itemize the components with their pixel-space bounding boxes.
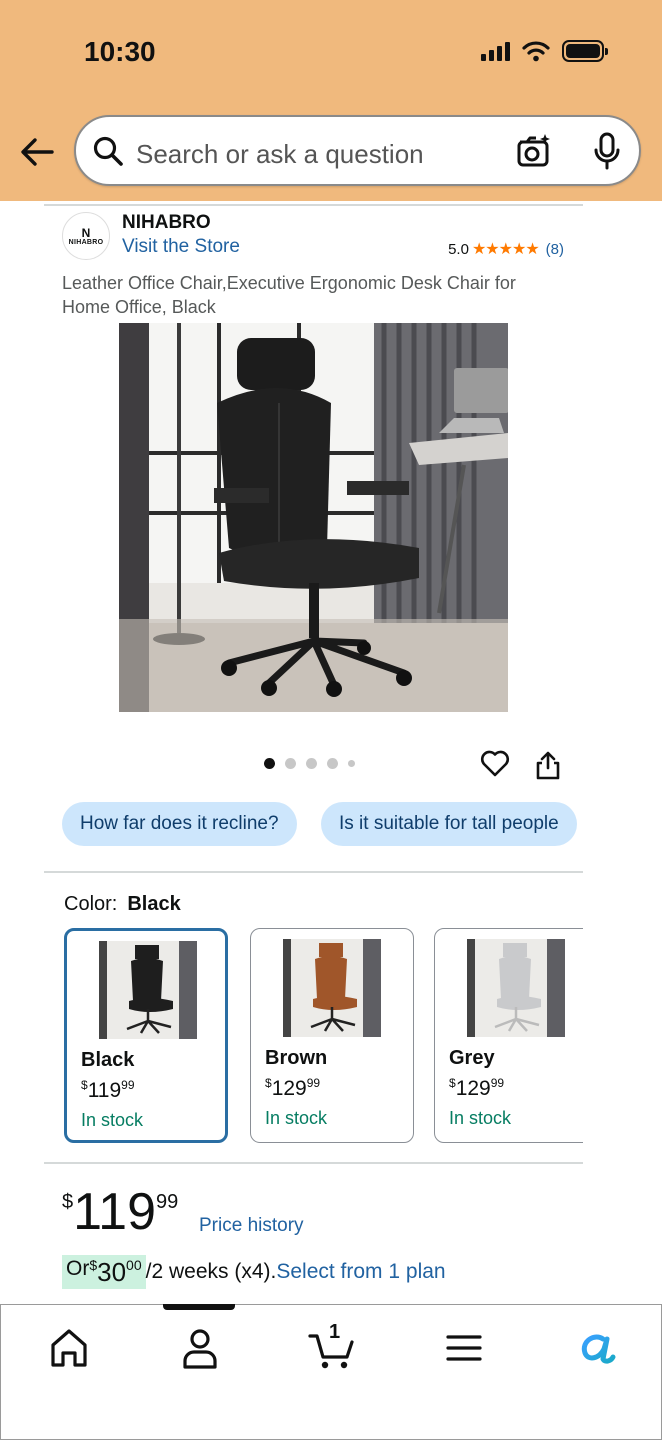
swatch-image [467, 939, 565, 1037]
installment-highlight: Or $ 30 00 [62, 1255, 146, 1289]
top-divider [44, 204, 583, 206]
swatch-image [283, 939, 381, 1037]
visit-store-link[interactable]: Visit the Store [122, 236, 240, 258]
back-arrow-icon[interactable] [18, 134, 58, 170]
swatch-price: $12999 [449, 1076, 504, 1101]
price-whole: 129 [455, 1077, 491, 1100]
price-fraction: 99 [121, 1078, 135, 1092]
rating-summary[interactable]: 5.0 ★★★★★ (8) [448, 239, 564, 259]
color-label: Color: Black [64, 893, 181, 916]
camera-search-icon[interactable] [516, 133, 552, 169]
stock-status: In stock [449, 1108, 512, 1128]
price-fraction: 99 [306, 1076, 321, 1090]
swatch-name: Brown [265, 1047, 328, 1069]
home-icon[interactable] [44, 1325, 94, 1371]
section-divider [44, 871, 583, 873]
carousel-dot[interactable] [285, 758, 296, 769]
product-price: $ 119 99 [62, 1183, 178, 1241]
home-indicator [163, 1304, 235, 1310]
swatch-price: $12999 [265, 1076, 320, 1101]
bottom-nav: 1 [0, 1304, 662, 1440]
installment-fraction: 00 [126, 1257, 142, 1273]
status-time: 10:30 [84, 36, 156, 67]
price-whole: 119 [73, 1183, 157, 1241]
swatch-brown[interactable]: Brown $12999 In stock [250, 928, 414, 1143]
search-icon [93, 136, 123, 166]
share-icon[interactable] [535, 750, 561, 780]
account-icon[interactable] [175, 1325, 225, 1371]
price-currency: $ [265, 1076, 272, 1090]
search-input[interactable]: Search or ask a question [136, 139, 424, 170]
swatch-name: Black [81, 1049, 135, 1071]
swatch-image [99, 941, 197, 1039]
installment-prefix: Or [66, 1257, 90, 1280]
product-image[interactable] [119, 323, 508, 712]
brand-logo-mark: N [81, 225, 91, 240]
swatch-grey[interactable]: Grey $12999 In stock [434, 928, 583, 1143]
installment-offer: Or $ 30 00 /2 weeks (x4). Select from 1 … [62, 1255, 446, 1289]
heart-icon[interactable] [480, 748, 510, 778]
price-currency: $ [62, 1191, 74, 1213]
menu-icon[interactable] [439, 1325, 489, 1371]
app-header: 10:30 Search or ask a question [0, 0, 662, 201]
price-fraction: 99 [490, 1076, 505, 1090]
wifi-icon [522, 41, 550, 62]
question-chip[interactable]: Is it suitable for tall people [321, 802, 577, 846]
carousel-dot[interactable] [327, 758, 338, 769]
carousel-dot[interactable] [264, 758, 275, 769]
price-currency: $ [449, 1076, 456, 1090]
color-swatches: Black $11999 In stock Brown $12999 In st… [64, 928, 583, 1144]
price-fraction: 99 [156, 1191, 179, 1213]
rating-value: 5.0 [448, 240, 469, 258]
price-history-link[interactable]: Price history [199, 1215, 304, 1237]
carousel-dot[interactable] [306, 758, 317, 769]
office-chair-photo [119, 323, 508, 712]
carousel-dot[interactable] [348, 760, 355, 767]
brand-logo[interactable]: N NIHABRO [62, 212, 110, 260]
status-icons [481, 40, 608, 62]
image-carousel-dots[interactable] [264, 758, 355, 769]
question-chips: How far does it recline? Is it suitable … [62, 802, 583, 846]
cart-count: 1 [329, 1321, 341, 1343]
star-rating-icon: ★★★★★ [471, 241, 540, 258]
microphone-icon[interactable] [592, 131, 622, 171]
select-plan-link[interactable]: Select from 1 plan [276, 1260, 445, 1284]
search-bar[interactable]: Search or ask a question [74, 115, 641, 186]
installment-amount: 30 [97, 1257, 127, 1287]
selected-color: Black [127, 893, 181, 915]
installment-currency: $ [89, 1257, 98, 1273]
brand-logo-text: NIHABRO [68, 238, 104, 246]
question-chip[interactable]: How far does it recline? [62, 802, 297, 846]
swatch-price: $11999 [81, 1078, 135, 1103]
product-title: Leather Office Chair,Executive Ergonomic… [62, 273, 516, 317]
swatch-name: Grey [449, 1047, 495, 1069]
section-divider [44, 1162, 583, 1164]
swatch-black[interactable]: Black $11999 In stock [64, 928, 228, 1143]
review-count[interactable]: (8) [546, 241, 564, 258]
stock-status: In stock [81, 1110, 144, 1130]
battery-icon [562, 40, 608, 62]
stock-status: In stock [265, 1108, 328, 1128]
rufus-icon[interactable] [573, 1325, 623, 1371]
brand-name: NIHABRO [122, 212, 211, 233]
color-label-text: Color: [64, 893, 118, 915]
installment-suffix: /2 weeks (x4). [145, 1260, 277, 1283]
price-whole: 119 [87, 1079, 122, 1102]
price-whole: 129 [271, 1077, 307, 1100]
cart-button[interactable]: 1 [307, 1321, 357, 1371]
signal-icon [481, 41, 510, 61]
price-currency: $ [81, 1078, 88, 1092]
